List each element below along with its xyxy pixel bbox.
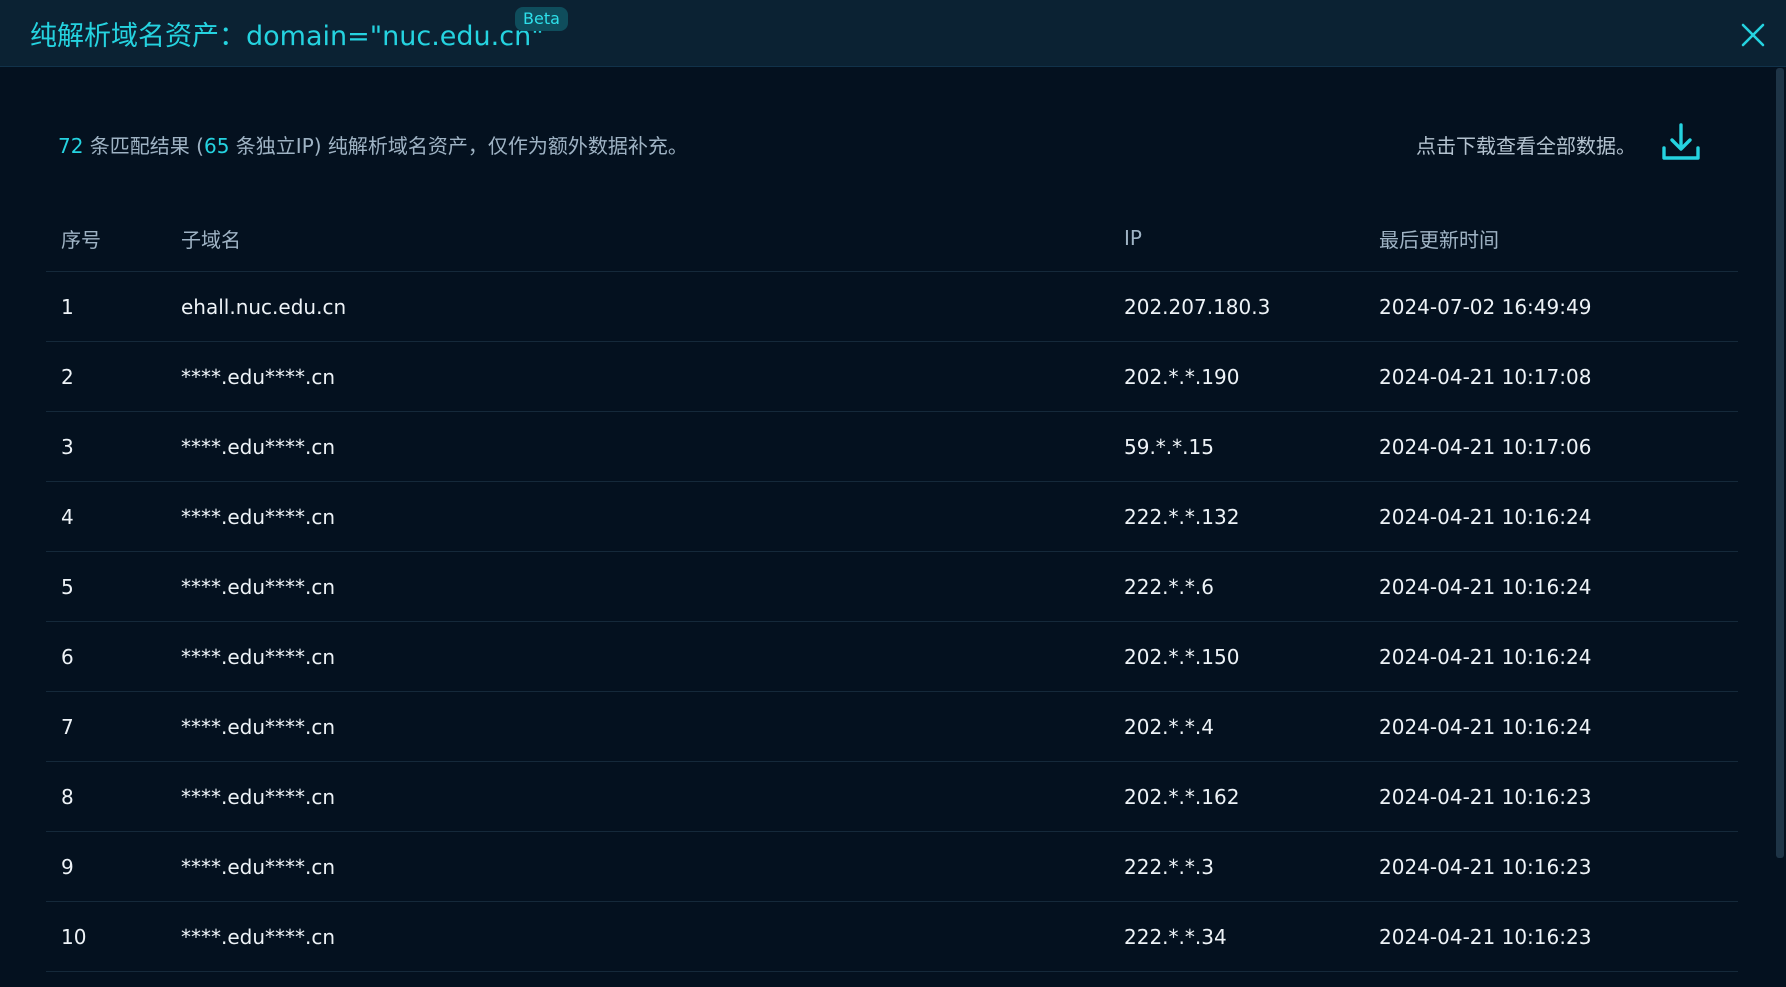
table-row: 2 ****.edu****.cn 202.*.*.190 2024-04-21 10…	[46, 342, 1738, 412]
row-updated: 2024-04-21 10:17:06	[1379, 434, 1592, 459]
table-row: 8 ****.edu****.cn 202.*.*.162 2024-04-21 10…	[46, 762, 1738, 832]
row-subdomain[interactable]: ehall.nuc.edu.cn	[181, 272, 346, 341]
table-row: 3 ****.edu****.cn 59.*.*.15 2024-04-21 10:1…	[46, 412, 1738, 482]
row-subdomain[interactable]: ****.edu****.cn	[181, 482, 335, 551]
domain-assets-modal: 纯解析域名资产：domain="nuc.edu.cn" Beta 72 条匹配结…	[0, 0, 1786, 987]
row-ip: 202.*.*.162	[1124, 784, 1240, 809]
table-body: 1 ehall.nuc.edu.cn 202.207.180.3 2024-07-02…	[46, 272, 1738, 972]
row-ip: 202.*.*.4	[1124, 714, 1214, 739]
row-subdomain[interactable]: ****.edu****.cn	[181, 552, 335, 621]
row-ip: 59.*.*.15	[1124, 434, 1214, 459]
row-index: 9	[61, 854, 74, 879]
table-row: 9 ****.edu****.cn 222.*.*.3 2024-04-21 10:1…	[46, 832, 1738, 902]
row-ip: 202.*.*.190	[1124, 364, 1240, 389]
row-updated: 2024-04-21 10:16:24	[1379, 574, 1592, 599]
beta-badge: Beta	[515, 7, 568, 31]
scrollbar[interactable]	[1776, 68, 1784, 858]
row-updated: 2024-04-21 10:16:23	[1379, 924, 1592, 949]
download-hint[interactable]: 点击下载查看全部数据。	[1416, 130, 1636, 159]
row-updated: 2024-04-21 10:16:23	[1379, 784, 1592, 809]
row-subdomain[interactable]: ****.edu****.cn	[181, 622, 335, 691]
row-updated: 2024-04-21 10:16:24	[1379, 644, 1592, 669]
modal-title: 纯解析域名资产：domain="nuc.edu.cn"	[30, 21, 544, 52]
row-ip: 222.*.*.3	[1124, 854, 1214, 879]
row-ip: 202.*.*.150	[1124, 644, 1240, 669]
row-subdomain[interactable]: ****.edu****.cn	[181, 412, 335, 481]
row-updated: 2024-07-02 16:49:49	[1379, 294, 1592, 319]
row-index: 8	[61, 784, 74, 809]
row-index: 4	[61, 504, 74, 529]
row-subdomain[interactable]: ****.edu****.cn	[181, 832, 335, 901]
row-index: 3	[61, 434, 74, 459]
row-index: 2	[61, 364, 74, 389]
close-icon[interactable]	[1738, 20, 1768, 50]
row-subdomain[interactable]: ****.edu****.cn	[181, 902, 335, 971]
row-index: 5	[61, 574, 74, 599]
row-index: 6	[61, 644, 74, 669]
row-index: 7	[61, 714, 74, 739]
match-count: 72	[58, 134, 84, 158]
row-ip: 222.*.*.6	[1124, 574, 1214, 599]
unique-ip-count: 65	[203, 134, 230, 158]
table-row: 1 ehall.nuc.edu.cn 202.207.180.3 2024-07-02…	[46, 272, 1738, 342]
row-ip: 202.207.180.3	[1124, 294, 1271, 319]
summary-text-2: 条独立IP) 纯解析域名资产，仅作为额外数据补充。	[229, 134, 688, 158]
modal-header: 纯解析域名资产：domain="nuc.edu.cn" Beta	[0, 0, 1786, 67]
column-header-updated: 最后更新时间	[1379, 227, 1499, 252]
row-updated: 2024-04-21 10:16:23	[1379, 854, 1592, 879]
column-header-index: 序号	[61, 227, 101, 252]
column-header-ip: IP	[1124, 226, 1142, 250]
row-index: 1	[61, 294, 74, 319]
summary-text-1: 条匹配结果 (	[83, 134, 204, 158]
table-row: 5 ****.edu****.cn 222.*.*.6 2024-04-21 10:1…	[46, 552, 1738, 622]
row-index: 10	[61, 924, 87, 949]
row-ip: 222.*.*.132	[1124, 504, 1240, 529]
row-updated: 2024-04-21 10:16:24	[1379, 714, 1592, 739]
table-row: 10 ****.edu****.cn 222.*.*.34 2024-04-21 10…	[46, 902, 1738, 972]
result-summary: 72 条匹配结果 (65 条独立IP) 纯解析域名资产，仅作为额外数据补充。	[58, 130, 688, 159]
row-subdomain[interactable]: ****.edu****.cn	[181, 692, 335, 761]
row-subdomain[interactable]: ****.edu****.cn	[181, 762, 335, 831]
column-header-subdomain: 子域名	[181, 227, 241, 252]
download-icon[interactable]	[1660, 122, 1702, 164]
row-updated: 2024-04-21 10:16:24	[1379, 504, 1592, 529]
row-updated: 2024-04-21 10:17:08	[1379, 364, 1592, 389]
row-subdomain[interactable]: ****.edu****.cn	[181, 342, 335, 411]
table-header: 序号 子域名 IP 最后更新时间	[46, 205, 1738, 272]
row-ip: 222.*.*.34	[1124, 924, 1227, 949]
table-row: 6 ****.edu****.cn 202.*.*.150 2024-04-21 10…	[46, 622, 1738, 692]
domain-table: 序号 子域名 IP 最后更新时间 1 ehall.nuc.edu.cn 202.20…	[46, 205, 1738, 972]
table-row: 4 ****.edu****.cn 222.*.*.132 2024-04-21 10…	[46, 482, 1738, 552]
table-row: 7 ****.edu****.cn 202.*.*.4 2024-04-21 10:1…	[46, 692, 1738, 762]
